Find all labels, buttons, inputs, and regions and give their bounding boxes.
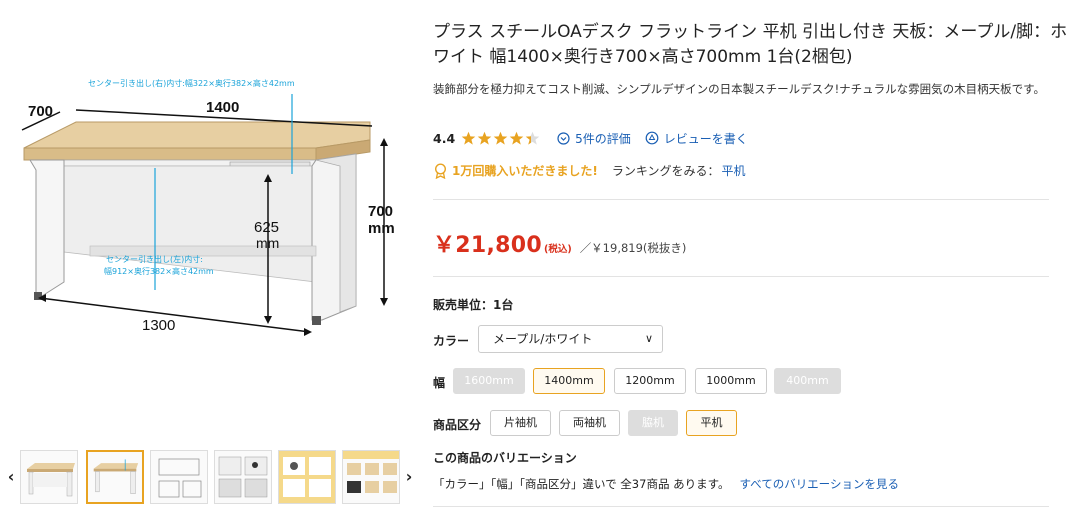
medal-icon: [434, 162, 447, 179]
dim-height: 700: [368, 203, 393, 220]
chevron-circle-icon: [557, 131, 570, 145]
variation-title: この商品のバリエーション: [433, 451, 577, 465]
variation-text: 「カラー」「幅」「商品区分」違いで 全37商品 あります。: [433, 477, 730, 491]
chevron-down-icon: ∨: [644, 332, 653, 345]
product-title: プラス スチールOAデスク フラットライン 平机 引出し付き 天板：メープル/脚…: [433, 22, 1068, 67]
price-tax-excluded: ／￥19,819(税抜き): [579, 241, 687, 255]
thumbnail-3[interactable]: [150, 450, 208, 504]
purchase-row: 1万回購入いただきました! ランキングをみる： 平机: [433, 162, 746, 179]
ranking-label: ランキングをみる：: [611, 164, 720, 178]
star-icon: [477, 131, 492, 145]
product-description: 装飾部分を極力抑えてコスト削減、シンプルデザインの日本製スチールデスク!ナチュラ…: [433, 82, 1046, 96]
tax-in-label: (税込): [544, 244, 572, 255]
divider: [433, 276, 1049, 277]
width-option: 1600mm: [453, 368, 525, 394]
thumbnail-strip: ‹ ›: [0, 446, 420, 510]
rating-count-link[interactable]: 5件の評価: [557, 130, 631, 147]
star-icon: [525, 131, 540, 145]
dim-depth: 700: [28, 103, 53, 120]
dim-bottom: 1300: [142, 317, 175, 334]
drawer-left-note-2: 幅912×奥行382×高さ42mm: [104, 266, 214, 276]
color-select[interactable]: メープル/ホワイト ∨: [478, 325, 663, 353]
dim-leg: 625: [254, 219, 279, 236]
thumbnail-1[interactable]: [20, 450, 78, 504]
all-variations-link[interactable]: すべてのバリエーションを見る: [739, 476, 899, 492]
purchase-badge-text: 1万回購入いただきました!: [452, 164, 598, 178]
price-row: ￥21,800 (税込) ／￥19,819(税抜き): [433, 227, 686, 259]
purchase-badge: 1万回購入いただきました!: [433, 162, 598, 179]
thumbnail-6[interactable]: [342, 450, 400, 504]
star-icon: [509, 131, 524, 145]
thumbnail-next-icon[interactable]: ›: [400, 464, 418, 490]
type-option: 脇机: [628, 410, 678, 436]
type-option[interactable]: 片袖机: [490, 410, 551, 436]
write-review-label: レビューを書く: [663, 131, 748, 146]
ranking-link[interactable]: 平机: [721, 162, 745, 179]
rating-count: 5件の評価: [575, 131, 631, 146]
variation-row: 「カラー」「幅」「商品区分」違いで 全37商品 あります。 すべてのバリエーショ…: [433, 476, 899, 492]
divider: [433, 199, 1049, 200]
thumbnail-5[interactable]: [278, 450, 336, 504]
color-select-value: メープル/ホワイト: [493, 332, 593, 346]
width-option[interactable]: 1400mm: [533, 368, 605, 394]
dim-height-unit: mm: [368, 220, 395, 237]
review-badge-icon: [645, 131, 659, 145]
rating-score: 4.4: [433, 130, 456, 146]
thumbnail-4[interactable]: [214, 450, 272, 504]
drawer-left-note-1: センター引き出し(左)内寸:: [106, 254, 203, 264]
dim-leg-unit: mm: [256, 235, 279, 251]
thumbnail-prev-icon[interactable]: ‹: [2, 464, 20, 490]
star-icon: [493, 131, 508, 145]
star-icon: [461, 131, 476, 145]
rating-row: 4.4 5件の評価 レビューを書く: [433, 129, 748, 147]
write-review-link[interactable]: レビューを書く: [645, 130, 748, 147]
width-option[interactable]: 1200mm: [614, 368, 686, 394]
width-label: 幅: [433, 376, 446, 390]
type-label: 商品区分: [433, 418, 482, 432]
divider: [433, 506, 1049, 507]
width-option: 400mm: [774, 368, 841, 394]
price: ￥21,800: [433, 233, 542, 258]
desk-diagram: 700 1400 700 mm 625 mm 1300 センター引き出し(右)内…: [21, 78, 395, 336]
rating-stars: [461, 131, 541, 146]
drawer-right-note: センター引き出し(右)内寸:幅322×奥行382×高さ42mm: [88, 78, 295, 88]
type-option[interactable]: 平机: [686, 410, 737, 436]
color-label: カラー: [433, 334, 470, 348]
type-option[interactable]: 両袖机: [559, 410, 620, 436]
product-main-image[interactable]: 700 1400 700 mm 625 mm 1300 センター引き出し(右)内…: [0, 50, 420, 350]
width-option[interactable]: 1000mm: [695, 368, 767, 394]
dim-width: 1400: [206, 99, 239, 116]
sales-unit: 販売単位：1台: [433, 298, 514, 312]
thumbnail-2[interactable]: [86, 450, 144, 504]
